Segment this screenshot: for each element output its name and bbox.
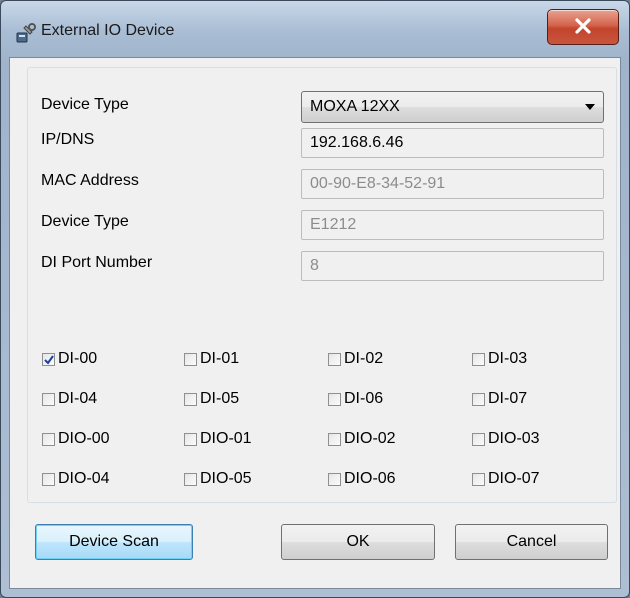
checkbox-label: DI-02 (344, 350, 384, 367)
checkbox-label: DI-04 (58, 390, 98, 407)
checkbox-box[interactable] (472, 392, 485, 406)
checkbox-box[interactable] (184, 392, 197, 406)
checkbox-di-01[interactable]: DI-01 (184, 349, 239, 369)
checkbox-label: DIO-03 (488, 430, 540, 447)
model-field: E1212 (301, 210, 604, 240)
checkbox-label: DI-06 (344, 390, 384, 407)
checkbox-box[interactable] (472, 352, 485, 366)
checkbox-label: DIO-00 (58, 430, 110, 447)
checkbox-box[interactable] (42, 472, 55, 486)
checkbox-label: DIO-07 (488, 470, 540, 487)
checkbox-di-07[interactable]: DI-07 (472, 389, 527, 409)
checkbox-dio-02[interactable]: DIO-02 (328, 429, 396, 449)
checkbox-box[interactable] (42, 392, 55, 406)
checkbox-dio-05[interactable]: DIO-05 (184, 469, 252, 489)
checkbox-di-06[interactable]: DI-06 (328, 389, 383, 409)
checkbox-box[interactable] (328, 472, 341, 486)
checkbox-dio-01[interactable]: DIO-01 (184, 429, 252, 449)
checkbox-label: DIO-02 (344, 430, 396, 447)
checkbox-label: DIO-01 (200, 430, 252, 447)
checkbox-label: DI-03 (488, 350, 528, 367)
checkbox-di-02[interactable]: DI-02 (328, 349, 383, 369)
model-label: Device Type (41, 213, 129, 230)
checkbox-dio-00[interactable]: DIO-00 (42, 429, 110, 449)
checkbox-box[interactable] (42, 432, 55, 446)
chevron-down-icon (585, 104, 595, 110)
window-title: External IO Device (41, 22, 175, 39)
checkbox-label: DI-01 (200, 350, 240, 367)
checkbox-di-04[interactable]: DI-04 (42, 389, 97, 409)
checkbox-box[interactable] (184, 472, 197, 486)
checkbox-label: DI-05 (200, 390, 240, 407)
check-mark-icon (44, 354, 54, 365)
cancel-button[interactable]: Cancel (455, 524, 608, 560)
title-bar[interactable]: External IO Device (1, 1, 629, 59)
device-type-value: MOXA 12XX (310, 98, 400, 115)
ip-dns-field[interactable]: 192.168.6.46 (301, 128, 604, 158)
checkbox-dio-07[interactable]: DIO-07 (472, 469, 540, 489)
device-groupbox: Device Type MOXA 12XX IP/DNS 192.168.6.4… (27, 67, 617, 503)
device-wrench-icon (15, 23, 37, 45)
device-type-label: Device Type (41, 96, 129, 113)
checkbox-box[interactable] (184, 432, 197, 446)
checkbox-label: DIO-04 (58, 470, 110, 487)
ip-dns-label: IP/DNS (41, 131, 95, 148)
device-type-select[interactable]: MOXA 12XX (301, 91, 604, 123)
mac-address-label: MAC Address (41, 172, 139, 189)
checkbox-box[interactable] (328, 352, 341, 366)
checkbox-dio-06[interactable]: DIO-06 (328, 469, 396, 489)
ok-button[interactable]: OK (281, 524, 435, 560)
device-scan-button[interactable]: Device Scan (35, 524, 193, 560)
di-port-number-field: 8 (301, 251, 604, 281)
dialog-window: External IO Device Device Type MOXA 12XX… (0, 0, 630, 598)
checkbox-dio-04[interactable]: DIO-04 (42, 469, 110, 489)
close-x-icon (575, 18, 591, 34)
checkbox-box[interactable] (328, 392, 341, 406)
checkbox-box[interactable] (472, 432, 485, 446)
di-port-number-label: DI Port Number (41, 254, 153, 271)
checkbox-label: DIO-06 (344, 470, 396, 487)
checkbox-box[interactable] (42, 352, 55, 366)
checkbox-di-03[interactable]: DI-03 (472, 349, 527, 369)
checkbox-box[interactable] (328, 432, 341, 446)
mac-address-field: 00-90-E8-34-52-91 (301, 169, 604, 199)
checkbox-dio-03[interactable]: DIO-03 (472, 429, 540, 449)
dialog-body: Device Type MOXA 12XX IP/DNS 192.168.6.4… (9, 57, 621, 589)
checkbox-box[interactable] (472, 472, 485, 486)
close-button[interactable] (547, 9, 619, 45)
checkbox-label: DIO-05 (200, 470, 252, 487)
checkbox-box[interactable] (184, 352, 197, 366)
checkbox-label: DI-07 (488, 390, 528, 407)
checkbox-label: DI-00 (58, 350, 98, 367)
checkbox-di-05[interactable]: DI-05 (184, 389, 239, 409)
checkbox-di-00[interactable]: DI-00 (42, 349, 97, 369)
